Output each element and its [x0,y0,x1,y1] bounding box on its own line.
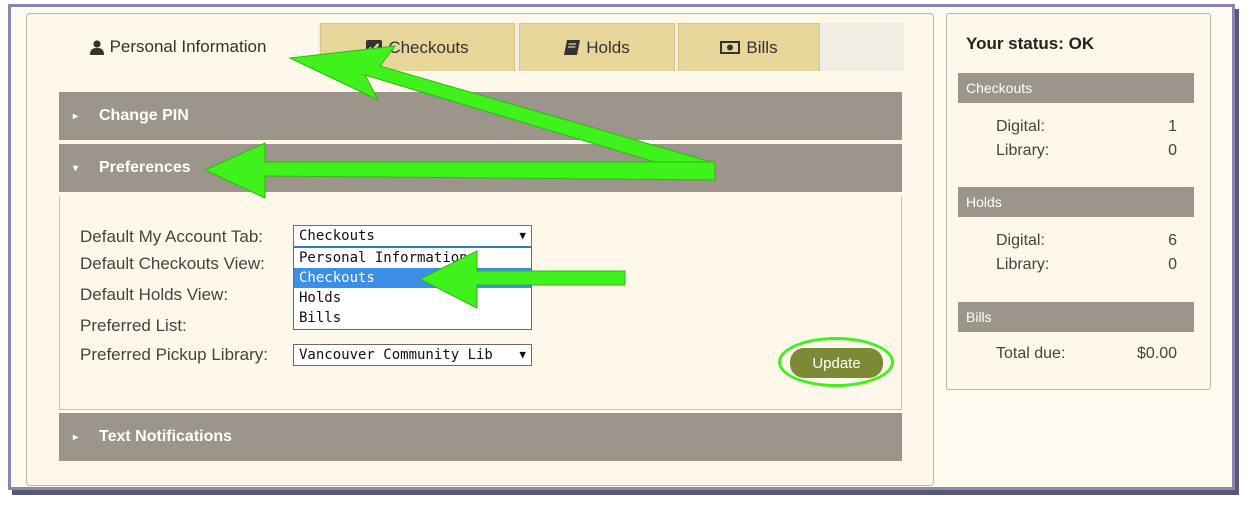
highlight-ring [778,337,894,387]
section-title: Change PIN [99,107,189,124]
tab-personal-information[interactable]: Personal Information [38,23,318,71]
checkouts-heading: Checkouts [958,73,1194,103]
checkouts-library-row: Library: 0 [996,142,1177,160]
bills-total-row: Total due: $0.00 [996,345,1177,363]
status-title: Your status: OK [966,34,1095,53]
holds-digital-row: Digital: 6 [996,232,1177,250]
tab-label: Holds [586,37,630,57]
holds-heading: Holds [958,187,1194,217]
row-label: Library: [996,142,1050,159]
row-value: 0 [1168,142,1177,159]
dropdown-arrow-icon: ▼ [519,348,526,361]
section-title: Preferences [99,159,191,176]
bills-heading: Bills [958,302,1194,332]
book-icon [564,40,581,55]
option-holds[interactable]: Holds [294,288,531,308]
default-tab-label: Default My Account Tab: [80,227,264,246]
row-value: $0.00 [1136,345,1177,362]
caret-down-icon: ▾ [73,162,79,174]
section-title: Text Notifications [99,428,233,445]
text-notifications-header[interactable]: ▸ Text Notifications [59,413,902,461]
money-icon [720,41,741,54]
row-value: 0 [1168,256,1177,273]
pickup-library-label: Preferred Pickup Library: [80,345,269,364]
row-label: Digital: [996,118,1045,135]
caret-right-icon: ▸ [73,431,79,443]
holds-library-row: Library: 0 [996,256,1177,274]
tab-holds[interactable]: Holds [519,23,675,71]
option-bills[interactable]: Bills [294,308,531,328]
tab-label: Bills [746,37,778,57]
row-label: Library: [996,256,1050,273]
checkouts-view-label: Default Checkouts View: [80,254,265,273]
preferred-list-label: Preferred List: [80,316,187,335]
row-value: 1 [1168,118,1177,135]
row-value: 6 [1168,232,1177,249]
change-pin-header[interactable]: ▸ Change PIN [59,92,902,140]
checkbox-icon [366,40,383,55]
row-label: Digital: [996,232,1045,249]
option-checkouts[interactable]: Checkouts [294,268,531,288]
tab-bills[interactable]: Bills [678,23,820,71]
select-value: Checkouts [299,228,375,244]
user-icon [89,39,104,55]
row-label: Total due: [996,345,1066,362]
tab-checkouts[interactable]: Checkouts [320,23,515,71]
default-tab-select[interactable]: Checkouts ▼ [293,225,532,247]
pickup-library-select[interactable]: Vancouver Community Lib ▼ [293,344,532,366]
tab-label: Checkouts [388,37,469,57]
option-personal-information[interactable]: Personal Information [294,248,531,268]
default-tab-dropdown: Personal Information Checkouts Holds Bil… [293,247,532,330]
preferences-header[interactable]: ▾ Preferences [59,144,902,192]
select-value: Vancouver Community Lib [299,347,493,363]
caret-right-icon: ▸ [73,110,79,122]
holds-view-label: Default Holds View: [80,285,229,304]
tab-label: Personal Information [109,37,267,56]
dropdown-arrow-icon: ▼ [519,229,526,242]
checkouts-digital-row: Digital: 1 [996,118,1177,136]
